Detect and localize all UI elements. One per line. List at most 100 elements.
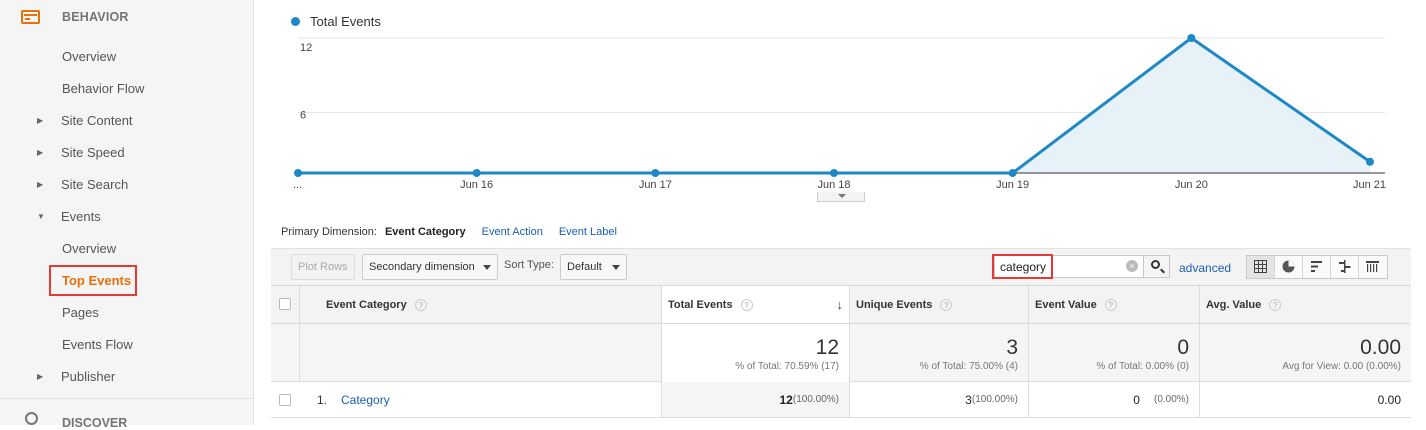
col-total-events-label: Total Events (668, 298, 733, 311)
collapse-events-icon[interactable]: ▼ (37, 212, 45, 221)
row-category-link[interactable]: Category (341, 393, 390, 407)
help-icon[interactable]: ? (414, 298, 427, 311)
sidebar-item-events[interactable]: Events (61, 209, 101, 229)
secondary-dimension-label: Secondary dimension (369, 261, 475, 273)
cell-avg-value-value: 0.00 (1377, 392, 1401, 407)
sidebar-item-site-content[interactable]: Site Content (61, 113, 133, 133)
main-report: Total Events 12 6... Jun 16 Jun 17 Jun 18 Jun… (255, 0, 1426, 425)
row-checkbox[interactable] (279, 394, 291, 406)
col-avg-value[interactable]: Avg. Value ? (1199, 286, 1411, 323)
x-tick-label: Jun 21 (1353, 179, 1386, 191)
help-icon[interactable]: ? (940, 298, 953, 311)
chevron-down-icon (612, 265, 620, 270)
data-point (1366, 157, 1374, 166)
data-point (472, 169, 481, 177)
totals-sub: % of Total: 75.00% (4) (919, 361, 1018, 372)
primary-dimension-bar: Primary Dimension: Event Category Event … (281, 226, 633, 238)
area-fill (298, 38, 1370, 173)
sidebar-item-pages[interactable]: Pages (62, 305, 99, 325)
line-chart[interactable]: 12 6... Jun 16 Jun 17 Jun 18 Jun 19 Jun 20 Jun … (255, 0, 1405, 200)
view-switcher (1246, 255, 1388, 279)
chevron-down-icon (483, 265, 491, 270)
cell-avg-value: 0.00 (1199, 382, 1411, 417)
behavior-icon (21, 10, 40, 24)
help-icon[interactable]: ? (740, 298, 753, 311)
col-event-value[interactable]: Event Value ? (1028, 286, 1199, 323)
cell-unique-events-value: 3 (965, 392, 972, 407)
totals-event-value: 0 % of Total: 0.00% (0) (1028, 324, 1199, 382)
totals-value: 3 (1006, 336, 1018, 359)
behavior-section-header[interactable]: BEHAVIOR (0, 0, 253, 34)
sort-type-label: Sort Type: (504, 259, 554, 271)
discover-section-header[interactable]: DISCOVER (0, 398, 253, 430)
col-event-value-label: Event Value (1035, 298, 1097, 311)
expand-publisher-icon[interactable]: ▶ (37, 372, 43, 381)
col-total-events[interactable]: Total Events ? ↓ (661, 286, 849, 323)
data-point (294, 169, 302, 177)
expand-site-speed-icon[interactable]: ▶ (37, 148, 43, 157)
sidebar-item-events-flow[interactable]: Events Flow (62, 337, 133, 357)
cell-unique-events: 3 (100.00%) (849, 382, 1028, 417)
totals-value: 12 (815, 336, 839, 359)
data-point (1187, 34, 1196, 42)
advanced-filter-link[interactable]: advanced (1179, 261, 1231, 275)
chart-collapse-handle[interactable] (817, 192, 865, 202)
search-highlight (992, 254, 1053, 279)
totals-total-events: 12 % of Total: 70.59% (17) (661, 324, 849, 382)
comparison-view-button[interactable] (1331, 256, 1359, 278)
performance-view-button[interactable] (1303, 256, 1331, 278)
clear-search-icon[interactable]: × (1126, 260, 1138, 272)
totals-row: 12 % of Total: 70.59% (17) 3 % of Total:… (271, 324, 1411, 382)
x-tick-label: Jun 20 (1175, 179, 1208, 191)
pivot-view-button[interactable] (1359, 256, 1387, 278)
secondary-dimension-dropdown[interactable]: Secondary dimension (362, 254, 498, 280)
sidebar-item-behavior-flow[interactable]: Behavior Flow (62, 81, 144, 101)
data-table-view-button[interactable] (1247, 256, 1275, 278)
select-all-checkbox[interactable] (279, 298, 291, 310)
sort-type-dropdown[interactable]: Default (560, 254, 627, 280)
row-number: 1. (317, 393, 328, 407)
table-toolbar: Plot Rows Secondary dimension Sort Type:… (271, 248, 1411, 285)
totals-sub: Avg for View: 0.00 (0.00%) (1282, 361, 1401, 372)
search-button[interactable] (1143, 255, 1170, 278)
cell-pct: (100.00%) (971, 394, 1018, 405)
dimension-event-label[interactable]: Event Label (559, 226, 617, 238)
plot-rows-button[interactable]: Plot Rows (291, 254, 355, 280)
sidebar-item-site-speed[interactable]: Site Speed (61, 145, 125, 165)
primary-dimension-label: Primary Dimension: (281, 226, 377, 238)
search-icon (1151, 260, 1160, 269)
cell-event-value-value: 0 (1133, 392, 1140, 407)
pie-chart-icon (1282, 260, 1295, 273)
expand-site-content-icon[interactable]: ▶ (37, 116, 43, 125)
behavior-section-title: BEHAVIOR (62, 10, 129, 24)
dimension-event-action[interactable]: Event Action (482, 226, 543, 238)
y-tick-label: 6 (300, 110, 306, 122)
col-event-category[interactable]: Event Category ? (299, 286, 661, 323)
y-tick-label: 12 (300, 42, 312, 54)
cell-total-events: 12 (100.00%) (661, 382, 849, 417)
sidebar-item-events-overview[interactable]: Overview (62, 241, 116, 261)
help-icon[interactable]: ? (1269, 298, 1282, 311)
sidebar-item-overview[interactable]: Overview (62, 49, 116, 69)
cell-total-events-value: 12 (779, 392, 793, 407)
x-tick-label: Jun 18 (817, 179, 850, 191)
data-point (651, 169, 660, 177)
sidebar-item-site-search[interactable]: Site Search (61, 177, 128, 197)
sidebar-item-publisher[interactable]: Publisher (61, 369, 115, 389)
discover-label: DISCOVER (62, 416, 128, 430)
help-icon[interactable]: ? (1104, 298, 1117, 311)
x-tick-label: Jun 17 (639, 179, 672, 191)
expand-site-search-icon[interactable]: ▶ (37, 180, 43, 189)
discover-icon (25, 412, 38, 425)
data-point (1008, 169, 1017, 177)
table-header: Event Category ? Total Events ? ↓ Unique… (271, 285, 1411, 324)
totals-sub: % of Total: 0.00% (0) (1096, 361, 1189, 372)
sidebar-item-top-events[interactable]: Top Events (62, 273, 131, 293)
col-unique-events[interactable]: Unique Events ? (849, 286, 1028, 323)
dimension-event-category[interactable]: Event Category (385, 226, 466, 238)
cell-pct: (0.00%) (1153, 394, 1189, 405)
totals-avg-value: 0.00 Avg for View: 0.00 (0.00%) (1199, 324, 1411, 382)
totals-sub: % of Total: 70.59% (17) (735, 361, 839, 372)
sort-descending-icon[interactable]: ↓ (837, 297, 844, 312)
percentage-view-button[interactable] (1275, 256, 1303, 278)
